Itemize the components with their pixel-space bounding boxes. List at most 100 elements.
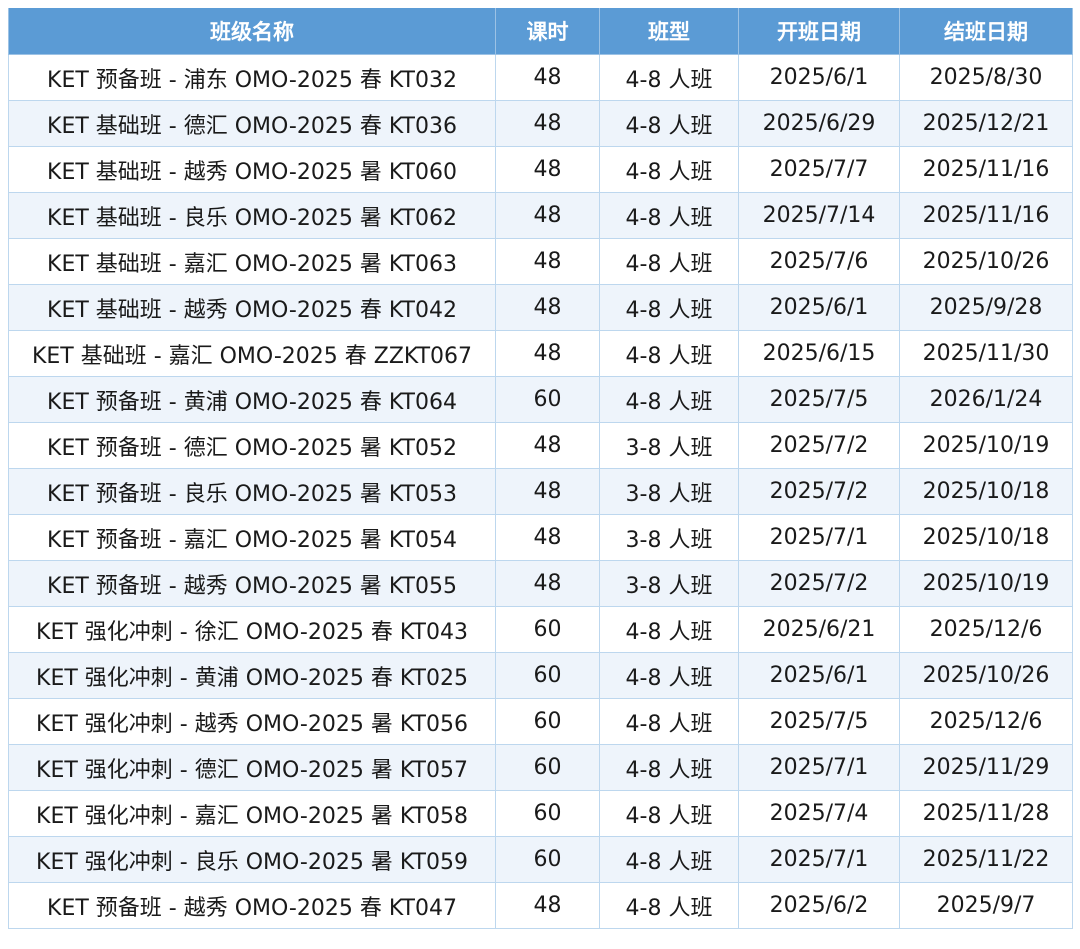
- cell-end-date: 2025/10/18: [899, 468, 1073, 515]
- cell-lesson-hours: 48: [495, 422, 600, 469]
- cell-end-date: 2025/10/19: [899, 422, 1073, 469]
- cell-end-date: 2025/11/22: [899, 836, 1073, 883]
- cell-end-date: 2025/8/30: [899, 54, 1073, 101]
- cell-class-name: KET 预备班 - 黄浦 OMO-2025 春 KT064: [8, 376, 496, 423]
- cell-end-date: 2025/11/16: [899, 192, 1073, 239]
- cell-start-date: 2025/7/14: [738, 192, 900, 239]
- cell-class-name: KET 基础班 - 嘉汇 OMO-2025 暑 KT063: [8, 238, 496, 285]
- cell-lesson-hours: 48: [495, 192, 600, 239]
- table-row: KET 强化冲刺 - 徐汇 OMO-2025 春 KT043 60 4-8 人班 20…: [8, 606, 1073, 653]
- table-row: KET 强化冲刺 - 德汇 OMO-2025 暑 KT057 60 4-8 人班 20…: [8, 744, 1073, 791]
- cell-start-date: 2025/7/2: [738, 560, 900, 607]
- table-row: KET 预备班 - 德汇 OMO-2025 暑 KT052 48 3-8 人班 202…: [8, 422, 1073, 469]
- cell-class-type: 4-8 人班: [599, 100, 739, 147]
- cell-start-date: 2025/7/7: [738, 146, 900, 193]
- cell-start-date: 2025/6/1: [738, 54, 900, 101]
- cell-lesson-hours: 48: [495, 284, 600, 331]
- cell-start-date: 2025/6/29: [738, 100, 900, 147]
- cell-lesson-hours: 48: [495, 330, 600, 377]
- cell-class-name: KET 预备班 - 嘉汇 OMO-2025 暑 KT054: [8, 514, 496, 561]
- header-row: 班级名称 课时 班型 开班日期 结班日期: [8, 8, 1073, 55]
- table-row: KET 强化冲刺 - 嘉汇 OMO-2025 暑 KT058 60 4-8 人班 20…: [8, 790, 1073, 837]
- cell-class-type: 4-8 人班: [599, 790, 739, 837]
- table-header: 班级名称 课时 班型 开班日期 结班日期: [8, 8, 1073, 55]
- cell-class-name: KET 预备班 - 德汇 OMO-2025 暑 KT052: [8, 422, 496, 469]
- cell-lesson-hours: 60: [495, 652, 600, 699]
- cell-class-name: KET 基础班 - 良乐 OMO-2025 暑 KT062: [8, 192, 496, 239]
- header-end-date: 结班日期: [899, 8, 1073, 55]
- header-start-date: 开班日期: [738, 8, 900, 55]
- header-class-name: 班级名称: [8, 8, 496, 55]
- cell-class-name: KET 预备班 - 越秀 OMO-2025 暑 KT055: [8, 560, 496, 607]
- cell-lesson-hours: 48: [495, 238, 600, 285]
- table-row: KET 基础班 - 越秀 OMO-2025 暑 KT060 48 4-8 人班 202…: [8, 146, 1073, 193]
- cell-class-type: 4-8 人班: [599, 238, 739, 285]
- table-row: KET 预备班 - 黄浦 OMO-2025 春 KT064 60 4-8 人班 202…: [8, 376, 1073, 423]
- cell-class-type: 4-8 人班: [599, 330, 739, 377]
- class-schedule-table: 班级名称 课时 班型 开班日期 结班日期 KET 预备班 - 浦东 OMO-20…: [8, 8, 1073, 929]
- cell-start-date: 2025/7/1: [738, 836, 900, 883]
- cell-class-type: 4-8 人班: [599, 376, 739, 423]
- table-row: KET 基础班 - 越秀 OMO-2025 春 KT042 48 4-8 人班 202…: [8, 284, 1073, 331]
- cell-start-date: 2025/7/6: [738, 238, 900, 285]
- table-row: KET 预备班 - 良乐 OMO-2025 暑 KT053 48 3-8 人班 202…: [8, 468, 1073, 515]
- table-row: KET 基础班 - 良乐 OMO-2025 暑 KT062 48 4-8 人班 202…: [8, 192, 1073, 239]
- cell-lesson-hours: 48: [495, 54, 600, 101]
- cell-class-type: 3-8 人班: [599, 468, 739, 515]
- cell-lesson-hours: 60: [495, 606, 600, 653]
- cell-end-date: 2025/12/6: [899, 606, 1073, 653]
- cell-class-name: KET 基础班 - 越秀 OMO-2025 春 KT042: [8, 284, 496, 331]
- cell-class-name: KET 基础班 - 越秀 OMO-2025 暑 KT060: [8, 146, 496, 193]
- cell-class-type: 4-8 人班: [599, 54, 739, 101]
- cell-class-name: KET 预备班 - 良乐 OMO-2025 暑 KT053: [8, 468, 496, 515]
- cell-class-name: KET 预备班 - 浦东 OMO-2025 春 KT032: [8, 54, 496, 101]
- cell-end-date: 2025/9/28: [899, 284, 1073, 331]
- cell-start-date: 2025/6/21: [738, 606, 900, 653]
- cell-lesson-hours: 60: [495, 836, 600, 883]
- cell-class-type: 4-8 人班: [599, 744, 739, 791]
- cell-lesson-hours: 48: [495, 146, 600, 193]
- cell-start-date: 2025/7/2: [738, 422, 900, 469]
- table-row: KET 预备班 - 浦东 OMO-2025 春 KT032 48 4-8 人班 202…: [8, 54, 1073, 101]
- cell-class-name: KET 强化冲刺 - 嘉汇 OMO-2025 暑 KT058: [8, 790, 496, 837]
- cell-class-name: KET 强化冲刺 - 徐汇 OMO-2025 春 KT043: [8, 606, 496, 653]
- cell-start-date: 2025/7/1: [738, 744, 900, 791]
- table-row: KET 强化冲刺 - 良乐 OMO-2025 暑 KT059 60 4-8 人班 20…: [8, 836, 1073, 883]
- table-row: KET 预备班 - 越秀 OMO-2025 暑 KT055 48 3-8 人班 202…: [8, 560, 1073, 607]
- cell-end-date: 2025/9/7: [899, 882, 1073, 929]
- cell-lesson-hours: 48: [495, 560, 600, 607]
- cell-lesson-hours: 48: [495, 100, 600, 147]
- cell-end-date: 2025/12/21: [899, 100, 1073, 147]
- cell-end-date: 2025/10/26: [899, 652, 1073, 699]
- cell-class-name: KET 基础班 - 嘉汇 OMO-2025 春 ZZKT067: [8, 330, 496, 377]
- cell-class-name: KET 强化冲刺 - 黄浦 OMO-2025 春 KT025: [8, 652, 496, 699]
- table-row: KET 强化冲刺 - 越秀 OMO-2025 暑 KT056 60 4-8 人班 20…: [8, 698, 1073, 745]
- table-body: KET 预备班 - 浦东 OMO-2025 春 KT032 48 4-8 人班 202…: [8, 54, 1073, 929]
- cell-class-type: 4-8 人班: [599, 882, 739, 929]
- cell-class-name: KET 强化冲刺 - 越秀 OMO-2025 暑 KT056: [8, 698, 496, 745]
- cell-start-date: 2025/7/5: [738, 698, 900, 745]
- cell-class-type: 4-8 人班: [599, 284, 739, 331]
- cell-start-date: 2025/7/4: [738, 790, 900, 837]
- table-row: KET 基础班 - 德汇 OMO-2025 春 KT036 48 4-8 人班 202…: [8, 100, 1073, 147]
- cell-class-name: KET 预备班 - 越秀 OMO-2025 春 KT047: [8, 882, 496, 929]
- cell-start-date: 2025/6/15: [738, 330, 900, 377]
- cell-class-name: KET 强化冲刺 - 德汇 OMO-2025 暑 KT057: [8, 744, 496, 791]
- header-class-type: 班型: [599, 8, 739, 55]
- cell-end-date: 2025/12/6: [899, 698, 1073, 745]
- cell-lesson-hours: 60: [495, 790, 600, 837]
- cell-lesson-hours: 60: [495, 698, 600, 745]
- cell-start-date: 2025/6/2: [738, 882, 900, 929]
- cell-start-date: 2025/6/1: [738, 652, 900, 699]
- cell-class-type: 4-8 人班: [599, 606, 739, 653]
- cell-end-date: 2025/10/26: [899, 238, 1073, 285]
- cell-lesson-hours: 48: [495, 882, 600, 929]
- cell-lesson-hours: 60: [495, 744, 600, 791]
- table-row: KET 基础班 - 嘉汇 OMO-2025 暑 KT063 48 4-8 人班 202…: [8, 238, 1073, 285]
- cell-class-type: 3-8 人班: [599, 514, 739, 561]
- cell-class-type: 4-8 人班: [599, 146, 739, 193]
- cell-class-type: 4-8 人班: [599, 192, 739, 239]
- cell-class-type: 4-8 人班: [599, 698, 739, 745]
- table-row: KET 强化冲刺 - 黄浦 OMO-2025 春 KT025 60 4-8 人班 20…: [8, 652, 1073, 699]
- cell-lesson-hours: 60: [495, 376, 600, 423]
